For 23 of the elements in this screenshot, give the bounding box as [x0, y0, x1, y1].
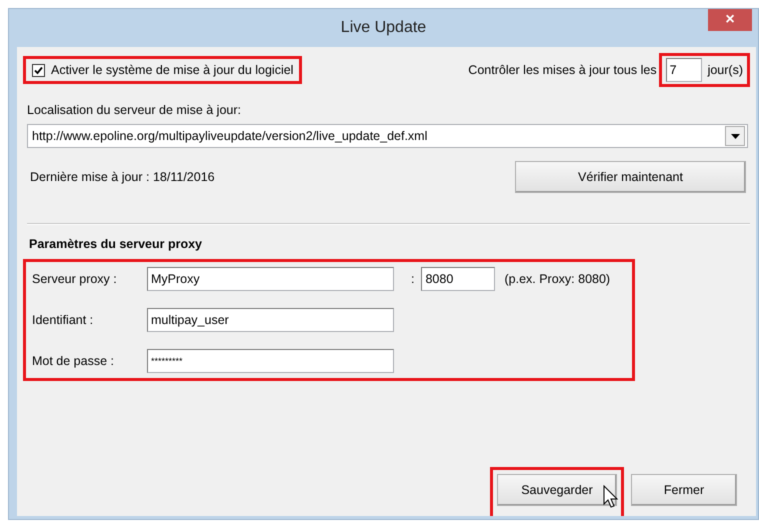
- last-update-text: Dernière mise à jour : 18/11/2016: [30, 170, 215, 184]
- server-dropdown[interactable]: http://www.epoline.org/multipayliveupdate/version2/live_update_def.xml: [27, 124, 748, 148]
- port-field[interactable]: 8080: [421, 267, 496, 291]
- field-label: Identifiant :: [32, 313, 94, 327]
- separator-text: :: [411, 272, 414, 286]
- checkbox-label: Activer le système de mise à jour du logiciel: [51, 63, 294, 77]
- unit-label: jour(s): [708, 63, 743, 77]
- server-location-label: Localisation du serveur de mise à jour:: [27, 103, 242, 117]
- port-hint: (p.ex. Proxy: 8080): [504, 272, 610, 286]
- username-field[interactable]: multipay_user: [147, 308, 394, 332]
- days-field[interactable]: 7: [666, 58, 702, 82]
- checkbox[interactable]: [32, 64, 45, 76]
- password-field[interactable]: *********: [147, 349, 394, 373]
- dialog-button[interactable]: Sauvegarder: [497, 474, 617, 506]
- field-label: Serveur proxy :: [32, 272, 118, 286]
- proxy-server-field[interactable]: MyProxy: [147, 267, 394, 291]
- check-now-button[interactable]: Vérifier maintenant: [515, 161, 746, 193]
- close-button[interactable]: ×: [708, 9, 752, 31]
- field-label: Mot de passe :: [32, 354, 115, 368]
- dialog-button[interactable]: Fermer: [631, 474, 737, 506]
- section-heading: Paramètres du serveur proxy: [29, 237, 204, 251]
- window-title: Live Update: [340, 19, 426, 37]
- interval-label: Contrôler les mises à jour tous les: [468, 63, 657, 77]
